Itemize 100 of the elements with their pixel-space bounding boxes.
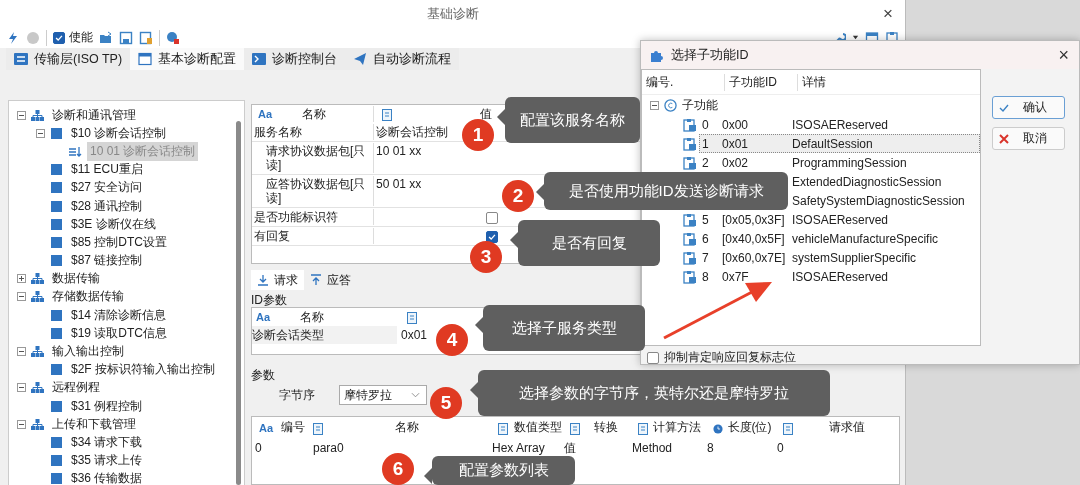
column-header: 计算方法 [652, 419, 702, 436]
close-button[interactable]: × [883, 4, 893, 24]
list-row[interactable]: 2 0x02 ProgrammingSession [699, 153, 980, 172]
field-icon [498, 422, 508, 435]
text-type-icon: Aa [258, 107, 273, 121]
list-row[interactable]: 8 0x7F ISOSAEReserved [699, 267, 980, 286]
row-number: 5 [702, 212, 709, 227]
expander-icon[interactable] [17, 347, 26, 357]
table-cell: 8 [707, 441, 714, 455]
list-row[interactable]: 1 0x01 DefaultSession [699, 134, 980, 153]
column-header: 名称 [300, 308, 325, 326]
tab[interactable]: 自动诊断流程 [345, 48, 460, 70]
tree-item[interactable]: 数据传输 [49, 269, 103, 289]
tab[interactable]: 传输层(ISO TP) [6, 48, 131, 70]
annotation-callout: 选择子服务类型 [475, 305, 645, 351]
subfunction-detail: ISOSAEReserved [792, 269, 889, 284]
tree-item[interactable]: $31 例程控制 [68, 396, 146, 416]
list-row[interactable]: 5 [0x05,0x3F] ISOSAEReserved [699, 210, 980, 229]
clipboard-icon [683, 231, 697, 246]
lightning-icon[interactable] [6, 30, 20, 45]
window-icon [138, 52, 153, 66]
tree-item[interactable]: 输入输出控制 [49, 342, 127, 362]
upload-icon [310, 274, 322, 286]
save-as-icon[interactable] [139, 30, 153, 45]
row-number: 6 [702, 231, 709, 246]
subfunction-id: 0x00 [722, 117, 749, 132]
property-value: 10 01 xx [376, 144, 422, 158]
tree-item[interactable]: 上传和下载管理 [49, 414, 139, 434]
field-icon [570, 422, 580, 435]
tree-item[interactable]: $19 读取DTC信息 [68, 323, 171, 343]
tab[interactable]: 请求 [251, 270, 304, 290]
subfunction-detail: SafetySystemDiagnosticSession [792, 193, 965, 208]
expander-icon[interactable] [17, 383, 26, 393]
list-icon [69, 144, 82, 158]
tree-item[interactable]: 远程例程 [49, 378, 103, 398]
checkbox[interactable] [647, 351, 659, 364]
expander-icon[interactable] [650, 100, 659, 110]
tree-item[interactable]: $34 请求下载 [68, 432, 146, 452]
cancel-button[interactable]: 取消 [992, 127, 1065, 150]
list-row[interactable]: 0 0x00 ISOSAEReserved [699, 115, 980, 134]
table-cell: 0 [777, 441, 784, 455]
tree-item[interactable]: 存储数据传输 [49, 287, 127, 307]
tree-item[interactable]: 子功能 [682, 96, 718, 114]
property-name: 是否功能标识符 [254, 210, 338, 224]
subfunction-id: 0x7F [722, 269, 749, 284]
tree-item[interactable]: $3E 诊断仪在线 [68, 214, 159, 234]
tree-item[interactable]: $36 传输数据 [68, 469, 146, 485]
text-type-icon: Aa [256, 311, 271, 323]
expander-icon[interactable] [17, 110, 26, 120]
subfunction-detail: ISOSAEReserved [792, 117, 889, 132]
row-number: 2 [702, 155, 709, 170]
square-icon [50, 326, 63, 340]
property-value: 诊断会话控制 [376, 125, 448, 139]
checkmark-icon [487, 232, 497, 242]
annotation-callout: 选择参数的字节序，英特尔还是摩特罗拉 [470, 370, 830, 416]
circle-icon [664, 98, 677, 112]
tree-item[interactable]: $35 请求上传 [68, 451, 146, 471]
expander-icon[interactable] [17, 274, 26, 284]
expander-icon[interactable] [17, 292, 26, 302]
checkbox[interactable] [486, 231, 498, 243]
clipboard-icon [683, 117, 697, 132]
list-row[interactable]: 7 [0x60,0x7E] systemSupplierSpecific [699, 248, 980, 267]
square-icon [50, 199, 63, 213]
square-icon [50, 181, 63, 195]
tree-item[interactable]: $27 安全访问 [68, 178, 146, 198]
tab[interactable]: 应答 [304, 270, 357, 290]
list-row[interactable]: SafetySystemDiagnosticSession [791, 191, 980, 210]
scrollbar-thumb[interactable] [236, 121, 241, 485]
enable-checkbox[interactable] [53, 31, 65, 44]
clock-icon [713, 422, 723, 435]
expander-icon[interactable] [36, 128, 45, 138]
close-button[interactable]: × [1058, 44, 1069, 66]
tree-item[interactable]: $10 诊断会话控制 [68, 123, 170, 143]
tab[interactable]: 基本诊断配置 [130, 48, 245, 70]
square-icon [50, 454, 63, 468]
folder-icon[interactable] [99, 30, 113, 45]
annotation-callout: 配置参数列表 [424, 456, 575, 485]
tree-item[interactable]: 诊断和通讯管理 [49, 105, 139, 125]
tab[interactable]: 诊断控制台 [244, 48, 346, 70]
tree-item[interactable]: $11 ECU重启 [68, 160, 146, 180]
byte-order-dropdown[interactable]: 摩特罗拉 [339, 385, 427, 405]
list-row[interactable]: ExtendedDiagnosticSession [791, 172, 980, 191]
property-name: 请求协议数据包[只读] [265, 144, 367, 172]
clipboard-icon [683, 155, 697, 170]
list-row[interactable]: 6 [0x40,0x5F] vehicleManufactureSpecific [699, 229, 980, 248]
column-header: 转换 [592, 419, 619, 436]
tree-item[interactable]: $14 清除诊断信息 [68, 305, 170, 325]
save-icon[interactable] [119, 30, 133, 45]
tree-item[interactable]: $87 链接控制 [68, 251, 146, 271]
confirm-button[interactable]: 确认 [992, 96, 1065, 119]
tree-item[interactable]: $2F 按标识符输入输出控制 [68, 360, 218, 380]
tree-item[interactable]: $85 控制DTC设置 [68, 232, 171, 252]
subfunction-detail: ExtendedDiagnosticSession [792, 174, 942, 189]
property-value: 50 01 xx [376, 177, 422, 191]
property-name: 服务名称 [254, 125, 302, 139]
send-icon [353, 52, 368, 66]
expander-icon[interactable] [17, 419, 26, 429]
checkbox[interactable] [486, 212, 498, 224]
tree-item[interactable]: $28 通讯控制 [68, 196, 146, 216]
hierarchy-icon [31, 290, 44, 304]
